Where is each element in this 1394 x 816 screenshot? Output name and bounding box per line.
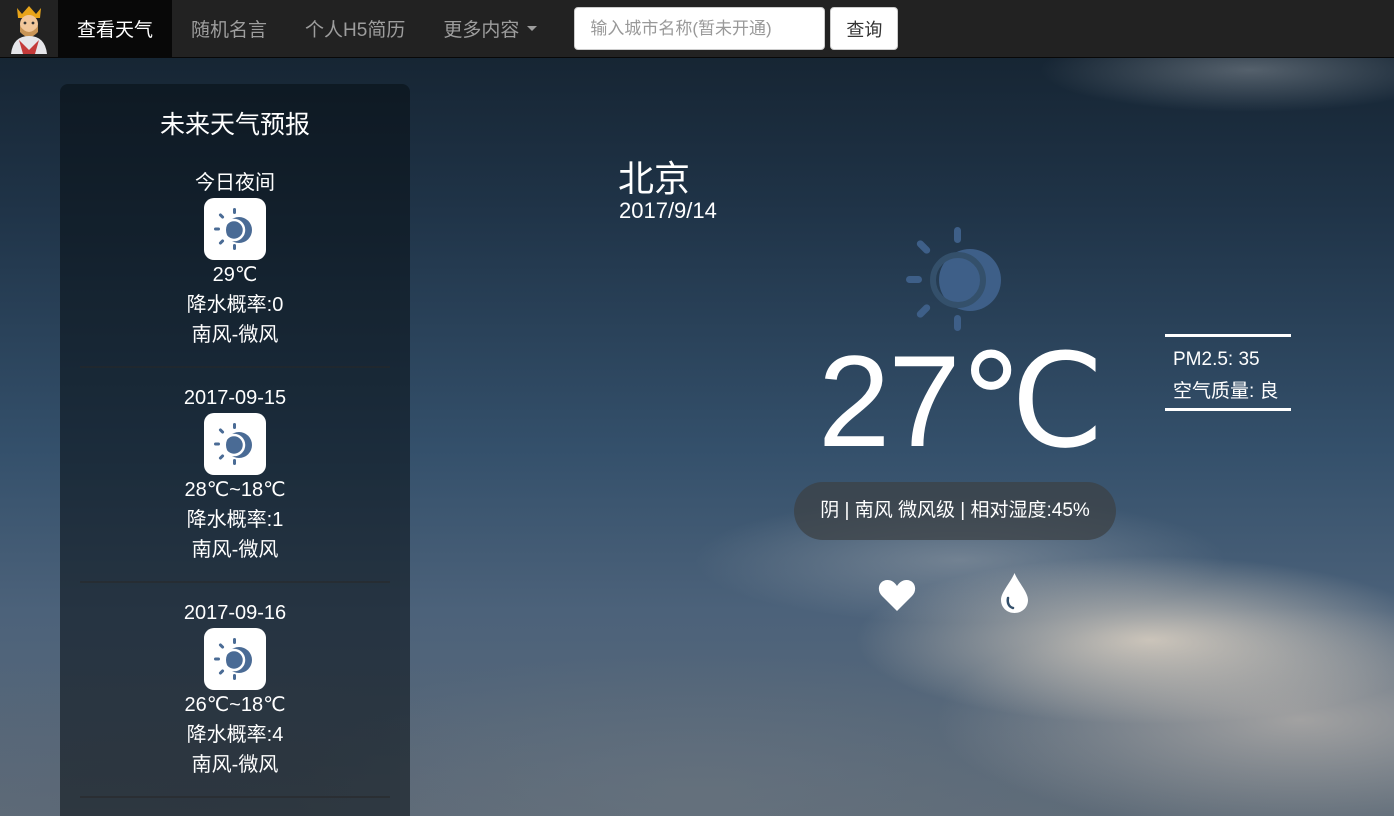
forecast-day: 2017-09-16 26℃~18℃ 降水概率:4 南风-微风 [80, 600, 390, 798]
forecast-panel: 未来天气预报 今日夜间 29℃ 降水概率:0 南风-微风 2017-09-15 [60, 84, 410, 816]
nav-item-resume[interactable]: 个人H5简历 [286, 0, 424, 58]
forecast-day-rain: 降水概率:4 [186, 724, 284, 746]
forecast-day-rain: 降水概率:1 [186, 509, 284, 531]
navbar: 查看天气 随机名言 个人H5简历 更多内容 查询 [0, 0, 1394, 58]
forecast-day-rain: 降水概率:0 [186, 294, 284, 316]
nav-item-label: 更多内容 [443, 20, 520, 41]
nav-item-label: 随机名言 [191, 20, 268, 41]
avatar [11, 5, 47, 54]
water-drop-icon[interactable] [999, 572, 1030, 614]
weather-description: 阴 | 南风 微风级 | 相对湿度:45% [794, 482, 1116, 540]
heart-icon[interactable] [878, 578, 916, 612]
air-quality-level: 空气质量: 良 [1173, 381, 1279, 402]
partly-cloudy-icon [204, 198, 266, 260]
search-button[interactable]: 查询 [830, 7, 899, 50]
forecast-day-temp: 26℃~18℃ [184, 694, 286, 716]
forecast-day-temp: 28℃~18℃ [184, 479, 286, 501]
nav-item-quotes[interactable]: 随机名言 [172, 0, 286, 58]
forecast-day-label: 今日夜间 [195, 172, 275, 194]
nav-item-label: 个人H5简历 [305, 20, 406, 41]
forecast-day-label: 2017-09-15 [183, 387, 287, 409]
search-form: 查询 [574, 7, 899, 50]
nav-item-label: 查看天气 [77, 20, 154, 41]
partly-cloudy-icon [906, 227, 1001, 331]
caret-down-icon [527, 26, 538, 31]
nav-item-more-dropdown[interactable]: 更多内容 [424, 0, 556, 58]
city-search-input[interactable] [574, 7, 826, 50]
pm25-value: PM2.5: 35 [1173, 349, 1260, 370]
forecast-day-label: 2017-09-16 [183, 602, 287, 624]
forecast-day-wind: 南风-微风 [191, 539, 279, 561]
partly-cloudy-icon [204, 413, 266, 475]
forecast-title: 未来天气预报 [159, 111, 310, 139]
forecast-day-wind: 南风-微风 [191, 324, 279, 346]
current-temperature: 27℃ [818, 328, 1105, 474]
air-quality-box: PM2.5: 35 空气质量: 良 [1165, 334, 1291, 411]
current-date: 2017/9/14 [619, 198, 717, 223]
nav-item-weather[interactable]: 查看天气 [58, 0, 173, 58]
forecast-day-wind: 南风-微风 [191, 754, 279, 776]
forecast-day-temp: 29℃ [212, 264, 258, 286]
city-name: 北京 [618, 158, 691, 199]
partly-cloudy-icon [204, 628, 266, 690]
forecast-day: 今日夜间 29℃ 降水概率:0 南风-微风 [80, 170, 390, 368]
brand-logo[interactable] [0, 0, 58, 58]
forecast-day: 2017-09-15 28℃~18℃ 降水概率:1 南风-微风 [80, 385, 390, 583]
